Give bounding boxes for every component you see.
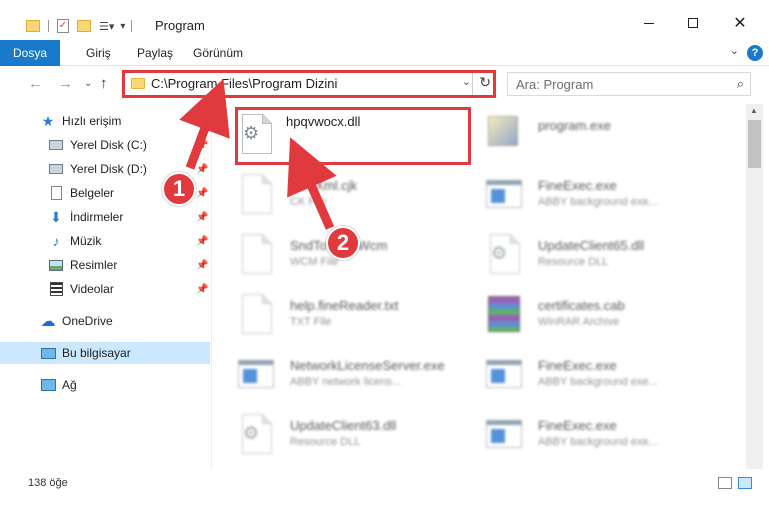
step-badge-2: 2	[326, 226, 360, 260]
step-badge-1: 1	[162, 172, 196, 206]
annotation-arrows	[179, 78, 337, 230]
arrow-2	[287, 137, 337, 230]
arrow-1	[179, 78, 230, 170]
